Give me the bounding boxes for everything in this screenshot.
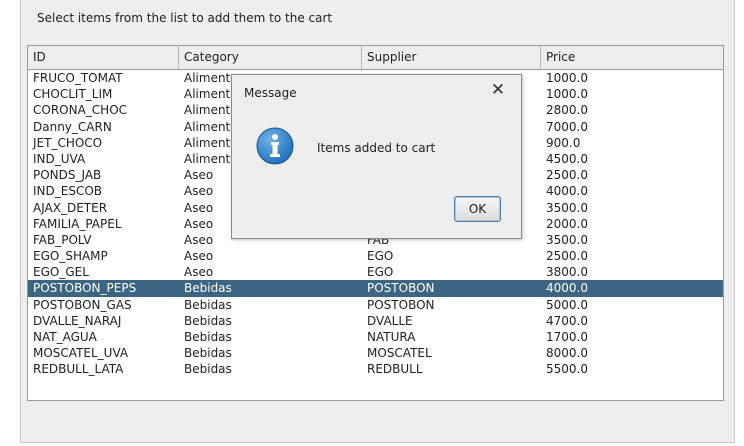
cell-id: POSTOBON_PEPS bbox=[33, 281, 137, 296]
cell-id: Danny_CARN bbox=[33, 119, 112, 134]
cell-supplier: MOSCATEL bbox=[367, 346, 432, 361]
cell-price: 1000.0 bbox=[546, 87, 588, 102]
cell-price: 3500.0 bbox=[546, 200, 588, 215]
cell-supplier: DVALLE bbox=[367, 313, 413, 328]
cell-id: PONDS_JAB bbox=[33, 168, 102, 183]
cell-price: 4000.0 bbox=[546, 281, 588, 296]
table-row[interactable]: DVALLE_NARAJ Bebidas DVALLE 4700.0 bbox=[28, 313, 723, 329]
cell-price: 4000.0 bbox=[546, 184, 588, 199]
cell-price: 1700.0 bbox=[546, 330, 588, 344]
cell-supplier: POSTOBON bbox=[367, 297, 435, 312]
table-row[interactable]: NAT_AGUA Bebidas NATURA 1700.0 bbox=[28, 329, 723, 345]
cell-supplier: POSTOBON bbox=[367, 281, 435, 296]
cell-id: FRUCO_TOMAT bbox=[33, 71, 123, 85]
cell-id: EGO_SHAMP bbox=[33, 249, 108, 264]
cell-id: EGO_GEL bbox=[33, 265, 89, 280]
cell-id: IND_ESCOB bbox=[33, 184, 103, 199]
table-header: ID Category Supplier Price bbox=[28, 46, 723, 70]
cell-category: Bebidas bbox=[184, 313, 232, 328]
table-row[interactable]: MOSCATEL_UVA Bebidas MOSCATEL 8000.0 bbox=[28, 345, 723, 361]
cell-category: Bebidas bbox=[184, 346, 232, 361]
cell-id: CHOCLIT_LIM bbox=[33, 87, 113, 102]
dialog-title: Message bbox=[244, 86, 297, 100]
column-header-category[interactable]: Category bbox=[179, 46, 362, 69]
table-row[interactable]: POSTOBON_PEPS Bebidas POSTOBON 4000.0 bbox=[28, 280, 723, 297]
cell-price: 5000.0 bbox=[546, 297, 588, 312]
table-row[interactable]: EGO_GEL Aseo EGO 3800.0 bbox=[28, 264, 723, 280]
cell-price: 1000.0 bbox=[546, 71, 588, 85]
cell-id: POSTOBON_GAS bbox=[33, 297, 132, 312]
cell-price: 2000.0 bbox=[546, 216, 588, 231]
cell-id: AJAX_DETER bbox=[33, 200, 108, 215]
cell-supplier: EGO bbox=[367, 265, 394, 280]
cell-id: REDBULL_LATA bbox=[33, 362, 124, 377]
cell-price: 2800.0 bbox=[546, 103, 588, 118]
information-icon bbox=[256, 127, 294, 165]
cell-category: Aseo bbox=[184, 249, 214, 264]
cell-price: 3800.0 bbox=[546, 265, 588, 280]
column-header-id[interactable]: ID bbox=[28, 46, 179, 69]
table-row[interactable]: POSTOBON_GAS Bebidas POSTOBON 5000.0 bbox=[28, 297, 723, 313]
cell-id: FAMILIA_PAPEL bbox=[33, 216, 122, 231]
cell-id: DVALLE_NARAJ bbox=[33, 313, 122, 328]
cell-price: 7000.0 bbox=[546, 119, 588, 134]
cell-category: Bebidas bbox=[184, 281, 232, 296]
cell-price: 2500.0 bbox=[546, 168, 588, 183]
cell-id: FAB_POLV bbox=[33, 232, 92, 247]
cell-category: Bebidas bbox=[184, 297, 232, 312]
cell-id: CORONA_CHOC bbox=[33, 103, 128, 118]
dialog-message: Items added to cart bbox=[317, 141, 436, 155]
cell-id: NAT_AGUA bbox=[33, 330, 97, 344]
cell-category: Bebidas bbox=[184, 330, 232, 344]
instruction-label: Select items from the list to add them t… bbox=[37, 11, 333, 25]
cell-price: 4500.0 bbox=[546, 151, 588, 166]
cell-price: 900.0 bbox=[546, 135, 581, 150]
cell-price: 8000.0 bbox=[546, 346, 588, 361]
cell-price: 4700.0 bbox=[546, 313, 588, 328]
cell-id: MOSCATEL_UVA bbox=[33, 346, 129, 361]
table-row[interactable]: REDBULL_LATA Bebidas REDBULL 5500.0 bbox=[28, 361, 723, 377]
cell-price: 2500.0 bbox=[546, 249, 588, 264]
cell-supplier: EGO bbox=[367, 249, 394, 264]
ok-button[interactable]: OK bbox=[454, 196, 501, 222]
cell-category: Bebidas bbox=[184, 362, 232, 377]
column-header-price[interactable]: Price bbox=[541, 46, 723, 69]
close-icon[interactable]: ✕ bbox=[487, 79, 509, 101]
cell-supplier: NATURA bbox=[367, 330, 416, 344]
column-header-supplier[interactable]: Supplier bbox=[362, 46, 541, 69]
cell-price: 5500.0 bbox=[546, 362, 588, 377]
table-row[interactable]: EGO_SHAMP Aseo EGO 2500.0 bbox=[28, 248, 723, 264]
cell-id: JET_CHOCO bbox=[33, 135, 103, 150]
cell-price: 3500.0 bbox=[546, 232, 588, 247]
cell-category: Aseo bbox=[184, 265, 214, 280]
cell-id: IND_UVA bbox=[33, 151, 86, 166]
message-dialog: Message ✕ Items added to cart OK bbox=[231, 74, 522, 239]
cell-supplier: REDBULL bbox=[367, 362, 423, 377]
